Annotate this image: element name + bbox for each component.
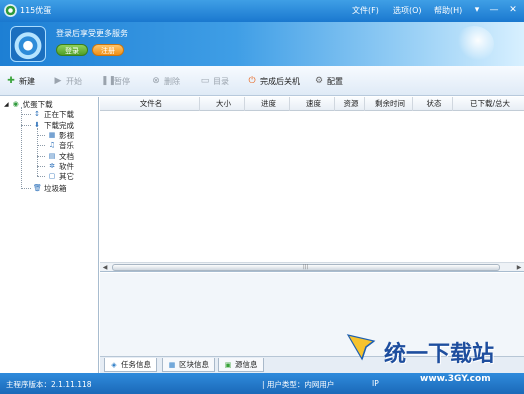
banner-decoration [454,26,494,62]
play-icon: ▶ [54,76,62,86]
new-button[interactable]: ✚ 新建 [6,75,35,87]
tree-item-root[interactable]: ◢ ◉ 优蛋下载 [4,99,53,109]
folder-icon: ▭ [200,76,210,86]
tab-block-info-label: 区块信息 [179,360,209,369]
scroll-grip: ||| [303,264,309,270]
download-complete-icon: ⬇ [34,121,40,129]
watermark-text: 统一下载站 [384,342,495,367]
collapse-triangle-icon: ◢ [4,100,9,108]
pause-label: 暂停 [114,76,130,86]
delete-button[interactable]: ⊗ 删除 [151,75,180,87]
minimize-button[interactable]: — [487,3,501,17]
tree-item-software[interactable]: ✲ 软件 [48,161,74,171]
tree-item-video[interactable]: ▦ 影视 [48,130,74,140]
tree-item-completed[interactable]: ⬇ 下载完成 [33,120,74,130]
task-list-header: 文件名 大小 进度 速度 资源 剩余时间 状态 已下载/总大 [100,97,524,111]
start-label: 开始 [66,76,82,86]
column-sources[interactable]: 资源 [335,97,365,111]
window-menu-button[interactable]: ▾ [470,3,484,17]
tree-item-other[interactable]: ▢ 其它 [48,171,74,181]
plus-icon: ✚ [7,76,15,86]
category-tree: ◢ ◉ 优蛋下载 ↕ 正在下载 ⬇ 下载完成 ▦ 影视 ♫ 音乐 ▤ 文档 ✲ … [0,97,99,373]
toolbar: ✚ 新建 ▶ 开始 ❚❚ 暂停 ⊗ 删除 ▭ 目录 ⏻ 完成后关机 ⚙ 配置 [0,66,524,96]
column-status[interactable]: 状态 [413,97,453,111]
column-downloaded-total[interactable]: 已下载/总大 [453,97,524,111]
tab-source-info[interactable]: ▣ 源信息 [218,358,264,372]
directory-label: 目录 [213,76,229,86]
new-label: 新建 [19,76,35,86]
app-logo-icon [4,4,17,17]
menu-file[interactable]: 文件(F) [352,5,379,16]
downloading-icon: ↕ [34,110,40,118]
shutdown-after-complete-button[interactable]: ⏻ 完成后关机 [247,75,300,87]
tab-task-info-label: 任务信息 [121,360,151,369]
task-list[interactable]: 文件名 大小 进度 速度 资源 剩余时间 状态 已下载/总大 ◀ ||| ▶ [100,97,524,272]
column-speed[interactable]: 速度 [290,97,335,111]
menu-options[interactable]: 选项(O) [393,5,422,16]
window-title: 115优蛋 [20,6,52,15]
document-icon: ▤ [48,152,56,160]
promo-text: 登录后享受更多服务 [56,29,128,38]
power-icon: ⏻ [248,76,256,86]
scroll-thumb[interactable]: ||| [112,264,500,271]
close-button[interactable]: ✕ [506,3,520,17]
brand-logo-icon [10,26,46,62]
tab-source-info-label: 源信息 [235,360,258,369]
software-icon: ✲ [49,162,55,170]
register-button[interactable]: 注册 [92,44,124,56]
source-icon: ▣ [224,360,232,369]
column-remaining-time[interactable]: 剩余时间 [365,97,413,111]
shutdown-label: 完成后关机 [260,76,300,86]
trash-icon: 🗑 [33,184,42,192]
directory-button[interactable]: ▭ 目录 [200,75,229,87]
pause-button[interactable]: ❚❚ 暂停 [101,75,130,87]
other-file-icon: ▢ [48,172,56,180]
gear-icon: ⚙ [314,76,324,86]
login-button[interactable]: 登录 [56,44,88,56]
music-icon: ♫ [48,141,56,149]
tree-item-documents[interactable]: ▤ 文档 [48,151,74,161]
tab-task-info[interactable]: ◈ 任务信息 [104,358,157,372]
tree-downloading-label: 正在下载 [44,109,74,119]
tree-music-label: 音乐 [59,140,74,150]
tree-item-downloading[interactable]: ↕ 正在下载 [33,109,74,119]
film-icon: ▦ [48,131,56,139]
settings-label: 配置 [327,76,343,86]
ip-text: IP [372,379,379,388]
title-bar: 115优蛋 文件(F) 选项(O) 帮助(H) ▾ — ✕ [0,0,524,22]
block-grid-icon: ▦ [168,360,176,369]
pause-icon: ❚❚ [101,76,117,86]
watermark-url: www.3GY.com [420,374,491,384]
banner: 登录后享受更多服务 登录 注册 [0,22,524,66]
tree-trash-label: 垃圾箱 [44,183,67,193]
scroll-right-icon[interactable]: ▶ [514,263,524,272]
delete-icon: ⊗ [152,76,160,86]
settings-button[interactable]: ⚙ 配置 [314,75,343,87]
task-info-icon: ◈ [111,360,117,369]
column-progress[interactable]: 进度 [245,97,290,111]
watermark-logo-icon [346,334,376,361]
start-button[interactable]: ▶ 开始 [53,75,82,87]
version-text: 主程序版本：2.1.11.118 [6,380,92,389]
menu-help[interactable]: 帮助(H) [434,5,462,16]
tab-block-info[interactable]: ▦ 区块信息 [162,358,215,372]
scroll-left-icon[interactable]: ◀ [100,263,110,272]
tree-other-label: 其它 [59,171,74,181]
user-type-text: | 用户类型：内网用户 [262,380,335,389]
delete-label: 删除 [164,76,180,86]
horizontal-scrollbar[interactable]: ◀ ||| ▶ [100,262,524,271]
column-filename[interactable]: 文件名 [100,97,200,111]
tree-item-music[interactable]: ♫ 音乐 [48,140,74,150]
download-root-icon: ◉ [12,100,19,108]
column-size[interactable]: 大小 [200,97,245,111]
tree-item-trash[interactable]: 🗑 垃圾箱 [33,183,67,193]
